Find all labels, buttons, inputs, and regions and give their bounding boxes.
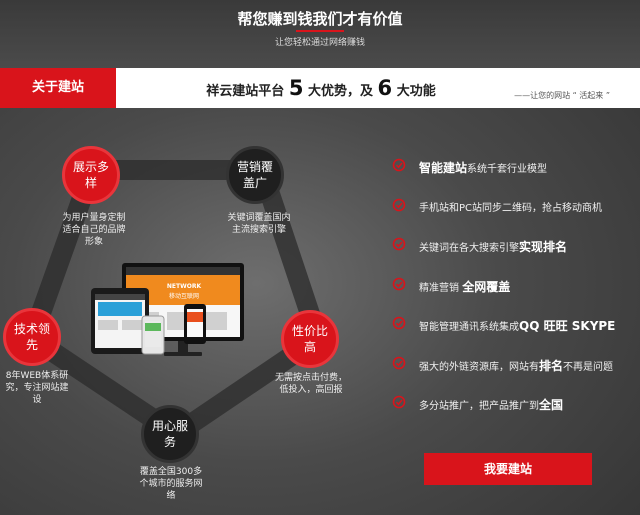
check-circle-icon <box>392 237 406 251</box>
page-subheadline: 让您轻松通过网络赚钱 <box>274 38 365 48</box>
advantage-desc: 8年WEB体系研究，专注网站建设 <box>5 371 69 405</box>
advantage-title: 技术领先 <box>14 322 51 352</box>
intro-slogan: ——让您的网站 “ 活起来 ” <box>514 91 610 100</box>
feature-text: 关键词在各大搜索引擎实现排名 <box>419 240 568 254</box>
svg-text:NETWORK: NETWORK <box>167 283 202 290</box>
check-circle-icon <box>392 356 406 369</box>
advantage-node-display: 展示多样 <box>62 146 120 204</box>
build-site-button[interactable]: 我要建站 <box>424 453 592 485</box>
intro-title-mid: 大优势，及 <box>307 84 373 99</box>
check-circle-icon <box>392 395 406 409</box>
check-circle-icon <box>392 158 406 172</box>
devices-graphic: NETWORK 移动互联网 <box>91 263 244 356</box>
feature-item: 精准营销 全网覆盖 <box>392 277 632 317</box>
functions-count: 6 <box>377 76 393 100</box>
advantage-node-value: 性价比高 <box>281 310 339 368</box>
advantages-count: 5 <box>288 76 304 100</box>
feature-text: 智能建站系统千套行业模型 <box>419 161 548 175</box>
feature-list: 智能建站系统千套行业模型 手机站和PC站同步二维码，抢占移动商机 关键词在各大搜… <box>392 158 632 435</box>
feature-item: 智能管理通讯系统集成QQ 旺旺 SKYPE <box>392 316 632 356</box>
feature-item: 关键词在各大搜索引擎实现排名 <box>392 237 632 277</box>
advantage-title: 性价比高 <box>292 324 329 354</box>
feature-text: 精准营销 全网覆盖 <box>419 279 511 294</box>
devices-illustration: NETWORK 移动互联网 <box>88 260 258 380</box>
check-circle-icon <box>392 316 406 330</box>
feature-text: 手机站和PC站同步二维码，抢占移动商机 <box>419 202 603 214</box>
advantage-node-marketing: 营销覆盖广 <box>226 146 284 204</box>
screen-banner-text: 移动互联网 <box>169 292 199 300</box>
check-circle-icon <box>392 277 406 290</box>
feature-text: 多分站推广，把产品推广到全国 <box>419 398 564 412</box>
feature-text: 强大的外链资源库，网站有排名不再是问题 <box>419 358 614 373</box>
feature-text: 智能管理通讯系统集成QQ 旺旺 SKYPE <box>419 319 616 333</box>
advantage-desc: 关键词覆盖国内主流搜索引擎 <box>227 213 291 235</box>
advantage-node-service: 用心服务 <box>141 405 199 463</box>
intro-bar: 关于建站 祥云建站平台 5 大优势，及 6 大功能 ——让您的网站 “ 活起来 … <box>0 68 640 108</box>
intro-title: 祥云建站平台 5 大优势，及 6 大功能 <box>116 68 526 108</box>
advantage-title: 营销覆盖广 <box>237 160 274 190</box>
advantage-title: 展示多样 <box>73 160 110 190</box>
feature-item: 智能建站系统千套行业模型 <box>392 158 632 198</box>
section-label: 关于建站 <box>0 68 116 108</box>
advantage-desc: 覆盖全国300多个城市的服务网络 <box>139 467 203 501</box>
advantage-node-tech: 技术领先 <box>3 308 61 366</box>
feature-item: 手机站和PC站同步二维码，抢占移动商机 <box>392 198 632 238</box>
feature-item: 多分站推广，把产品推广到全国 <box>392 395 632 435</box>
check-circle-icon <box>392 198 406 211</box>
advantage-title: 用心服务 <box>152 419 189 449</box>
advantage-desc: 为用户量身定制适合自己的品牌形象 <box>62 213 126 247</box>
advantage-desc: 无需按点击付费，低投入，高回报 <box>274 373 347 395</box>
headline-underline <box>296 30 344 32</box>
feature-item: 强大的外链资源库，网站有排名不再是问题 <box>392 356 632 396</box>
page-headline: 帮您赚到钱我们才有价值 <box>237 10 403 28</box>
intro-title-suffix: 大功能 <box>396 84 436 99</box>
intro-title-prefix: 祥云建站平台 <box>206 84 285 99</box>
header-banner: 帮您赚到钱我们才有价值 让您轻松通过网络赚钱 <box>0 0 640 68</box>
